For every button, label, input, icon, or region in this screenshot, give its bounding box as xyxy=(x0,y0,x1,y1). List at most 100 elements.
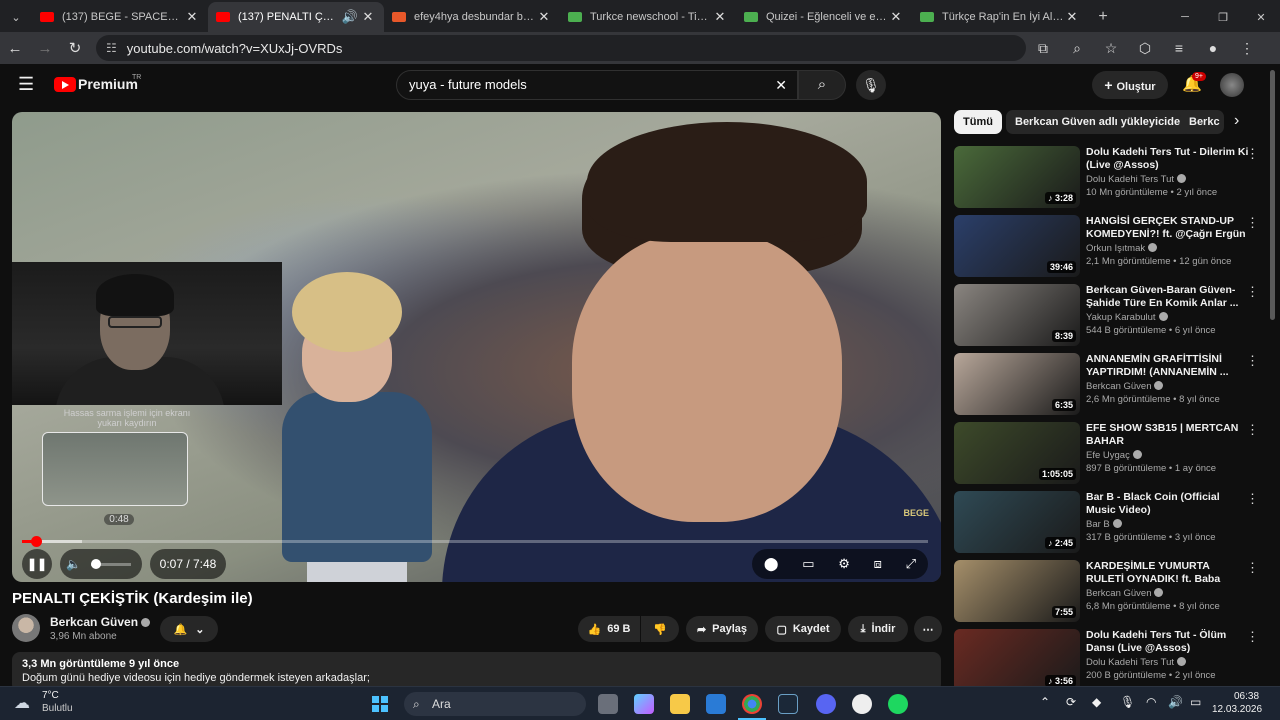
more-vertical-icon[interactable]: ⋮ xyxy=(1246,215,1259,231)
clear-search-icon[interactable]: ✕ xyxy=(775,71,787,99)
chevron-right-icon[interactable]: › xyxy=(1234,112,1239,130)
recommendation-title[interactable]: Berkcan Güven-Baran Güven-Şahide Türe En… xyxy=(1086,284,1250,310)
tray-app-icon[interactable]: ◆ xyxy=(1092,695,1101,709)
battery-icon[interactable]: ▭ xyxy=(1190,695,1201,709)
progress-scrubber[interactable] xyxy=(30,536,42,547)
recommendation-thumbnail[interactable]: ♪ 3:56 xyxy=(954,629,1080,691)
mail-icon[interactable] xyxy=(706,694,726,714)
back-icon[interactable]: ← xyxy=(0,40,30,57)
more-vertical-icon[interactable]: ⋮ xyxy=(1246,560,1259,576)
zoom-icon[interactable]: ⌕ xyxy=(1060,40,1094,57)
youtube-logo-text[interactable]: Premium xyxy=(78,76,138,92)
spotify-icon[interactable] xyxy=(888,694,908,714)
channel-avatar[interactable] xyxy=(12,614,40,642)
dislike-button[interactable]: 👎 xyxy=(641,616,679,642)
subtitles-icon[interactable]: ▭ xyxy=(802,556,814,572)
recommendation-item[interactable]: 7:55 KARDEŞİMLE YUMURTA RULETİ OYNADIK! f… xyxy=(954,560,1264,624)
clock-date[interactable]: 12.03.2026 xyxy=(1212,704,1262,715)
video-player[interactable]: BEGE Hassas sarma işlemi için ekranı yuk… xyxy=(12,112,941,582)
close-tab-icon[interactable]: ✕ xyxy=(536,9,552,25)
recommendation-title[interactable]: KARDEŞİMLE YUMURTA RULETİ OYNADIK! ft. B… xyxy=(1086,560,1250,586)
recommendation-title[interactable]: Dolu Kadehi Ters Tut - Dilerim Ki (Live … xyxy=(1086,146,1250,172)
task-view-icon[interactable] xyxy=(598,694,618,714)
close-tab-icon[interactable]: ✕ xyxy=(712,9,728,25)
windows-start-icon[interactable] xyxy=(372,696,388,712)
recommendation-channel[interactable]: Berkcan Güven xyxy=(1086,588,1164,599)
scrollbar[interactable] xyxy=(1270,70,1275,320)
forward-icon[interactable]: → xyxy=(30,40,60,57)
restore-icon[interactable]: ❐ xyxy=(1204,2,1242,32)
close-tab-icon[interactable]: ✕ xyxy=(184,9,200,25)
search-input[interactable]: yuya - future models ✕ xyxy=(396,70,798,100)
browser-tab[interactable]: Turkce newschool - Tier Li ✕ xyxy=(560,2,736,32)
subscribe-bell-button[interactable]: 🔔 ⌄ xyxy=(160,616,218,642)
hamburger-menu-icon[interactable]: ☰ xyxy=(18,74,34,95)
miniplayer-icon[interactable]: ⧈ xyxy=(874,556,882,572)
recommendation-item[interactable]: ♪ 3:28 Dolu Kadehi Ters Tut - Dilerim Ki … xyxy=(954,146,1264,210)
site-info-icon[interactable]: ☷ xyxy=(106,41,117,55)
audio-icon[interactable]: 🔊 xyxy=(340,9,360,25)
tray-app-icon[interactable]: ⟳ xyxy=(1066,695,1076,709)
volume-icon[interactable]: 🔊 xyxy=(1168,695,1183,709)
recommendation-thumbnail[interactable]: ♪ 2:45 xyxy=(954,491,1080,553)
voice-search-button[interactable]: 🎙 xyxy=(856,70,886,100)
close-window-icon[interactable]: ✕ xyxy=(1242,2,1280,32)
chip-more[interactable]: Berkc xyxy=(1180,110,1224,134)
more-vertical-icon[interactable]: ⋮ xyxy=(1246,353,1259,369)
like-button[interactable]: 👍 69 B xyxy=(578,616,640,642)
close-tab-icon[interactable]: ✕ xyxy=(360,9,376,25)
recommendation-channel[interactable]: Bar B xyxy=(1086,519,1122,530)
volume-control[interactable]: 🔈 xyxy=(60,549,142,579)
browser-tab-active[interactable]: (137) PENALTI ÇEKİŞTİ🔊✕ xyxy=(208,2,384,32)
recommendation-channel[interactable]: Orkun Işıtmak xyxy=(1086,243,1158,254)
minimize-icon[interactable]: ─ xyxy=(1166,2,1204,32)
wifi-icon[interactable]: ◠ xyxy=(1146,695,1156,709)
discord-icon[interactable] xyxy=(816,694,836,714)
share-button[interactable]: ➦ Paylaş xyxy=(686,616,758,642)
media-control-icon[interactable]: ≡ xyxy=(1162,40,1196,56)
recommendation-thumbnail[interactable]: 6:35 xyxy=(954,353,1080,415)
microphone-icon[interactable]: 🎙 xyxy=(1120,695,1135,709)
recommendation-title[interactable]: ANNANEMİN GRAFİTTİSİNİ YAPTIRDIM! (ANNAN… xyxy=(1086,353,1250,379)
browser-tab[interactable]: (137) BEGE - SPACEJUMP (✕ xyxy=(32,2,208,32)
browser-tab[interactable]: Quizei - Eğlenceli ve etkile ✕ xyxy=(736,2,912,32)
browser-tab[interactable]: Türkçe Rap'in En İyi Albüm ✕ xyxy=(912,2,1088,32)
more-vertical-icon[interactable]: ⋮ xyxy=(1246,146,1259,162)
recommendation-item[interactable]: 8:39 Berkcan Güven-Baran Güven-Şahide Tür… xyxy=(954,284,1264,348)
pause-button[interactable]: ❚❚ xyxy=(22,549,52,579)
recommendation-item[interactable]: 6:35 ANNANEMİN GRAFİTTİSİNİ YAPTIRDIM! (A… xyxy=(954,353,1264,417)
download-button[interactable]: ⤓ İndir xyxy=(848,616,908,642)
profile-avatar-icon[interactable]: ● xyxy=(1196,40,1230,56)
save-button[interactable]: ▢ Kaydet xyxy=(765,616,841,642)
recommendation-item[interactable]: ♪ 3:56 Dolu Kadehi Ters Tut - Ölüm Dansı … xyxy=(954,629,1264,693)
bookmark-star-icon[interactable]: ☆ xyxy=(1094,40,1128,57)
search-button[interactable]: ⌕ xyxy=(798,70,846,100)
file-explorer-icon[interactable] xyxy=(670,694,690,714)
recommendation-item[interactable]: ♪ 2:45 Bar B - Black Coin (Official Music… xyxy=(954,491,1264,555)
recommendation-thumbnail[interactable]: 1:05:05 xyxy=(954,422,1080,484)
more-vertical-icon[interactable]: ⋮ xyxy=(1246,422,1259,438)
more-actions-button[interactable]: ⋯ xyxy=(914,616,942,642)
github-desktop-icon[interactable] xyxy=(852,694,872,714)
volume-icon[interactable]: 🔈 xyxy=(66,557,81,571)
more-vertical-icon[interactable]: ⋮ xyxy=(1246,629,1259,645)
weather-cloud-icon[interactable]: ☁ xyxy=(14,693,30,713)
browser-tab[interactable]: efey4hya desbundar bağla ✕ xyxy=(384,2,560,32)
new-tab-button[interactable]: + xyxy=(1088,2,1118,32)
weather-temp[interactable]: 7°C xyxy=(42,690,59,701)
close-tab-icon[interactable]: ✕ xyxy=(1064,9,1080,25)
chip-from-uploader[interactable]: Berkcan Güven adlı yükleyiciden xyxy=(1006,110,1196,134)
browser-menu-icon[interactable]: ⋮ xyxy=(1230,40,1264,57)
recommendation-thumbnail[interactable]: 39:46 xyxy=(954,215,1080,277)
chip-all[interactable]: Tümü xyxy=(954,110,1002,134)
recommendation-item[interactable]: 1:05:05 EFE SHOW S3B15 | MERTCAN BAHAR Efe… xyxy=(954,422,1264,486)
recommendation-thumbnail[interactable]: 8:39 xyxy=(954,284,1080,346)
taskbar-search-input[interactable]: ⌕ Ara xyxy=(404,692,586,716)
chrome-icon[interactable] xyxy=(742,694,762,714)
reload-icon[interactable]: ↻ xyxy=(60,39,90,57)
fullscreen-icon[interactable]: ⤢ xyxy=(906,556,916,572)
more-vertical-icon[interactable]: ⋮ xyxy=(1246,491,1259,507)
recommendation-channel[interactable]: Efe Uygaç xyxy=(1086,450,1142,461)
youtube-logo-icon[interactable] xyxy=(54,77,76,92)
recommendation-thumbnail[interactable]: ♪ 3:28 xyxy=(954,146,1080,208)
